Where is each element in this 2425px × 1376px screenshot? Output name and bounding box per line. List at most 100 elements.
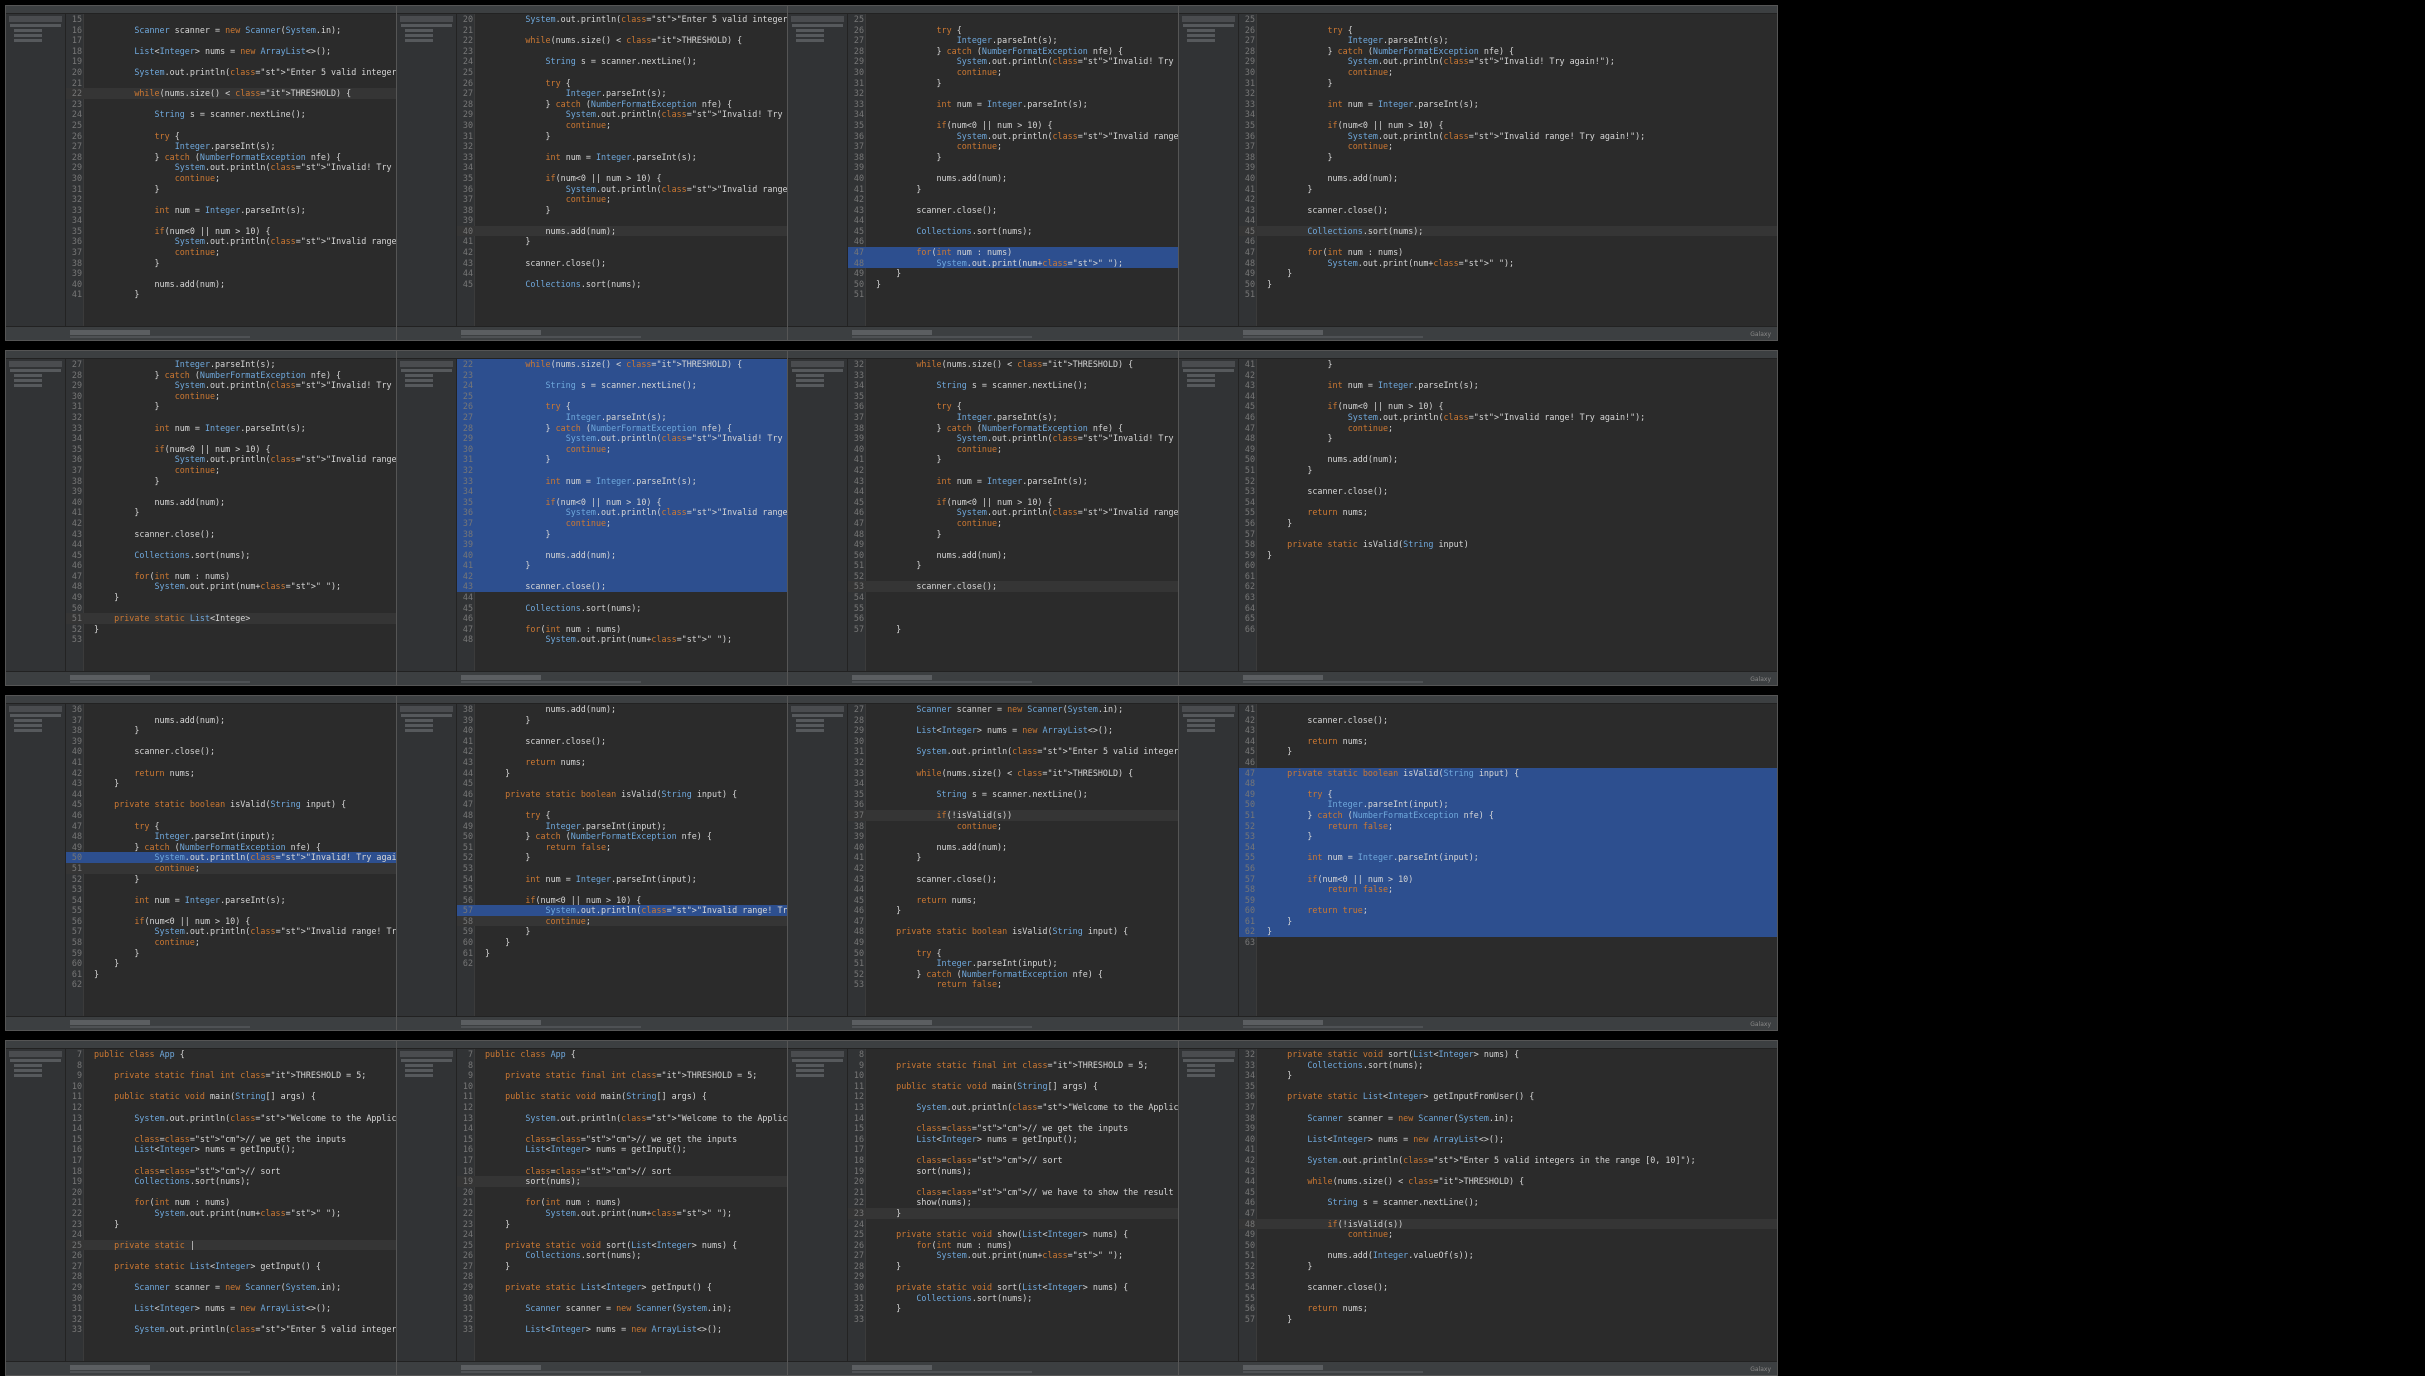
code-line[interactable]: 43 int num = Integer.parseInt(s); xyxy=(1239,380,1777,391)
tree-item[interactable] xyxy=(14,39,42,42)
tree-item[interactable] xyxy=(1187,384,1215,387)
code-line[interactable]: 26 try { xyxy=(1239,25,1777,36)
tree-item[interactable] xyxy=(792,1059,843,1062)
tree-item[interactable] xyxy=(405,729,433,732)
tree-item[interactable] xyxy=(10,24,61,27)
console-tabs[interactable] xyxy=(461,675,541,680)
code-line[interactable]: 30 continue; xyxy=(1239,67,1777,78)
tree-item[interactable] xyxy=(796,729,824,732)
code-line[interactable]: 43 xyxy=(1239,725,1777,736)
console-tabs[interactable] xyxy=(1243,675,1323,680)
code-line[interactable]: 45 Collections.sort(nums); xyxy=(1239,225,1777,237)
console-tabs[interactable] xyxy=(852,1365,932,1370)
code-line[interactable]: 49 try { xyxy=(1239,788,1777,800)
project-explorer[interactable] xyxy=(1179,359,1239,671)
console-tabs[interactable] xyxy=(1243,1020,1323,1025)
code-line[interactable]: 52 } xyxy=(1239,1261,1777,1272)
tree-item[interactable] xyxy=(405,34,433,37)
code-line[interactable]: 56 xyxy=(1239,862,1777,874)
project-explorer[interactable] xyxy=(6,1049,66,1361)
tree-item[interactable] xyxy=(796,724,824,727)
code-editor[interactable]: 41 } 42 43 int num = Integer.parseInt(s); 4… xyxy=(1239,359,1777,671)
tree-item[interactable] xyxy=(1183,714,1234,717)
tree-item[interactable] xyxy=(14,29,42,32)
code-line[interactable]: 53 xyxy=(1239,1271,1777,1282)
code-line[interactable]: 34 xyxy=(1239,109,1777,120)
code-line[interactable]: 59 xyxy=(1239,894,1777,906)
code-line[interactable]: 60 return true; xyxy=(1239,905,1777,916)
tree-item[interactable] xyxy=(405,1064,433,1067)
code-line[interactable]: 44 xyxy=(1239,215,1777,226)
code-line[interactable]: 44 return nums; xyxy=(1239,736,1777,747)
code-line[interactable]: 62} xyxy=(1239,926,1777,938)
tree-item[interactable] xyxy=(796,1074,824,1077)
code-line[interactable]: 57 if(num<0 || num > 10) xyxy=(1239,873,1777,885)
ide-toolbar[interactable] xyxy=(1179,6,1777,14)
explorer-toolbar[interactable] xyxy=(400,1051,453,1057)
tree-item[interactable] xyxy=(796,29,824,32)
project-explorer[interactable] xyxy=(788,704,848,1016)
code-line[interactable]: 44 xyxy=(1239,391,1777,402)
code-line[interactable]: 33 Collections.sort(nums); xyxy=(1239,1060,1777,1071)
tree-item[interactable] xyxy=(401,24,452,27)
tree-item[interactable] xyxy=(401,1059,452,1062)
code-line[interactable]: 48 } xyxy=(1239,433,1777,444)
code-line[interactable]: 61 xyxy=(1239,571,1777,582)
code-line[interactable]: 29 System.out.println(class="st">"Invali… xyxy=(1239,56,1777,67)
code-line[interactable]: 35 xyxy=(1239,1081,1777,1092)
tree-item[interactable] xyxy=(405,384,433,387)
code-line[interactable]: 58 private static isValid(String input) xyxy=(1239,539,1777,550)
code-line[interactable]: 56 } xyxy=(1239,518,1777,529)
code-line[interactable]: 55 int num = Integer.parseInt(input); xyxy=(1239,852,1777,863)
tree-item[interactable] xyxy=(401,714,452,717)
console-tabs[interactable] xyxy=(461,1020,541,1025)
console-tabs[interactable] xyxy=(461,330,541,335)
code-line[interactable]: 48 if(!isValid(s)) xyxy=(1239,1218,1777,1230)
code-line[interactable]: 42 xyxy=(1239,194,1777,205)
explorer-toolbar[interactable] xyxy=(9,1051,62,1057)
project-explorer[interactable] xyxy=(397,704,457,1016)
console-tabs[interactable] xyxy=(1243,330,1323,335)
code-line[interactable]: 65 xyxy=(1239,613,1777,624)
tree-item[interactable] xyxy=(1187,374,1215,377)
code-line[interactable]: 42 scanner.close(); xyxy=(1239,715,1777,726)
console-tabs[interactable] xyxy=(70,1365,150,1370)
tree-item[interactable] xyxy=(405,374,433,377)
tree-item[interactable] xyxy=(1187,729,1215,732)
tree-item[interactable] xyxy=(10,369,61,372)
console-tabs[interactable] xyxy=(1243,1365,1323,1370)
code-line[interactable]: 59} xyxy=(1239,550,1777,561)
tree-item[interactable] xyxy=(796,374,824,377)
explorer-toolbar[interactable] xyxy=(400,361,453,367)
tree-item[interactable] xyxy=(405,1074,433,1077)
code-line[interactable]: 43 scanner.close(); xyxy=(1239,205,1777,216)
code-line[interactable]: 46 System.out.println(class="st">"Invali… xyxy=(1239,412,1777,423)
code-line[interactable]: 40 List<Integer> nums = new ArrayList<>(… xyxy=(1239,1134,1777,1145)
tree-item[interactable] xyxy=(792,24,843,27)
project-explorer[interactable] xyxy=(788,1049,848,1361)
code-line[interactable]: 53 } xyxy=(1239,831,1777,842)
code-line[interactable]: 38 } xyxy=(1239,152,1777,163)
explorer-toolbar[interactable] xyxy=(9,16,62,22)
code-line[interactable]: 46 xyxy=(1239,757,1777,768)
project-explorer[interactable] xyxy=(397,14,457,326)
explorer-toolbar[interactable] xyxy=(400,706,453,712)
project-explorer[interactable] xyxy=(1179,704,1239,1016)
code-line[interactable]: 51 } xyxy=(1239,465,1777,476)
tree-item[interactable] xyxy=(796,39,824,42)
tree-item[interactable] xyxy=(1187,1074,1215,1077)
code-line[interactable]: 41 xyxy=(1239,704,1777,715)
explorer-toolbar[interactable] xyxy=(1182,1051,1235,1057)
code-line[interactable]: 41 xyxy=(1239,1144,1777,1155)
code-line[interactable]: 27 Integer.parseInt(s); xyxy=(1239,35,1777,46)
code-line[interactable]: 28 } catch (NumberFormatException nfe) { xyxy=(1239,46,1777,57)
explorer-toolbar[interactable] xyxy=(791,1051,844,1057)
console-tabs[interactable] xyxy=(461,1365,541,1370)
tree-item[interactable] xyxy=(405,724,433,727)
tree-item[interactable] xyxy=(1187,1069,1215,1072)
tree-item[interactable] xyxy=(405,1069,433,1072)
tree-item[interactable] xyxy=(796,34,824,37)
code-line[interactable]: 47 private static boolean isValid(String… xyxy=(1239,767,1777,779)
tree-item[interactable] xyxy=(405,379,433,382)
tree-item[interactable] xyxy=(796,1069,824,1072)
